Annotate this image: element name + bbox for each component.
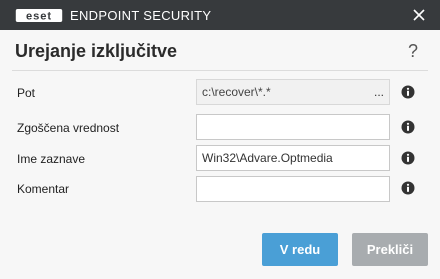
title-bar: eset ENDPOINT SECURITY — [0, 0, 440, 30]
path-field[interactable]: c:\recover\*.* ... — [196, 79, 390, 105]
path-value: c:\recover\*.* — [202, 85, 271, 99]
hash-info-icon[interactable] — [401, 120, 415, 134]
eset-logo: eset — [15, 9, 63, 22]
hash-input[interactable] — [196, 114, 390, 140]
path-info-icon[interactable] — [401, 85, 415, 99]
eset-logo-text: eset — [26, 11, 52, 22]
title-separator — [12, 70, 428, 71]
help-icon[interactable]: ? — [408, 41, 418, 62]
ok-button[interactable]: V redu — [262, 233, 338, 266]
detection-name-input[interactable] — [196, 145, 390, 171]
comment-label: Komentar — [17, 182, 70, 196]
cancel-button[interactable]: Prekliči — [352, 233, 428, 266]
detection-name-label: Ime zaznave — [17, 152, 86, 166]
browse-button[interactable]: ... — [372, 82, 386, 102]
close-icon[interactable] — [410, 6, 428, 24]
detection-name-info-icon[interactable] — [401, 151, 415, 165]
hash-label: Zgoščena vrednost — [17, 121, 120, 135]
app-title: ENDPOINT SECURITY — [70, 8, 212, 23]
path-label: Pot — [17, 86, 36, 100]
dialog-title: Urejanje izključitve — [15, 41, 178, 61]
comment-input[interactable] — [196, 176, 390, 202]
comment-info-icon[interactable] — [401, 181, 415, 195]
